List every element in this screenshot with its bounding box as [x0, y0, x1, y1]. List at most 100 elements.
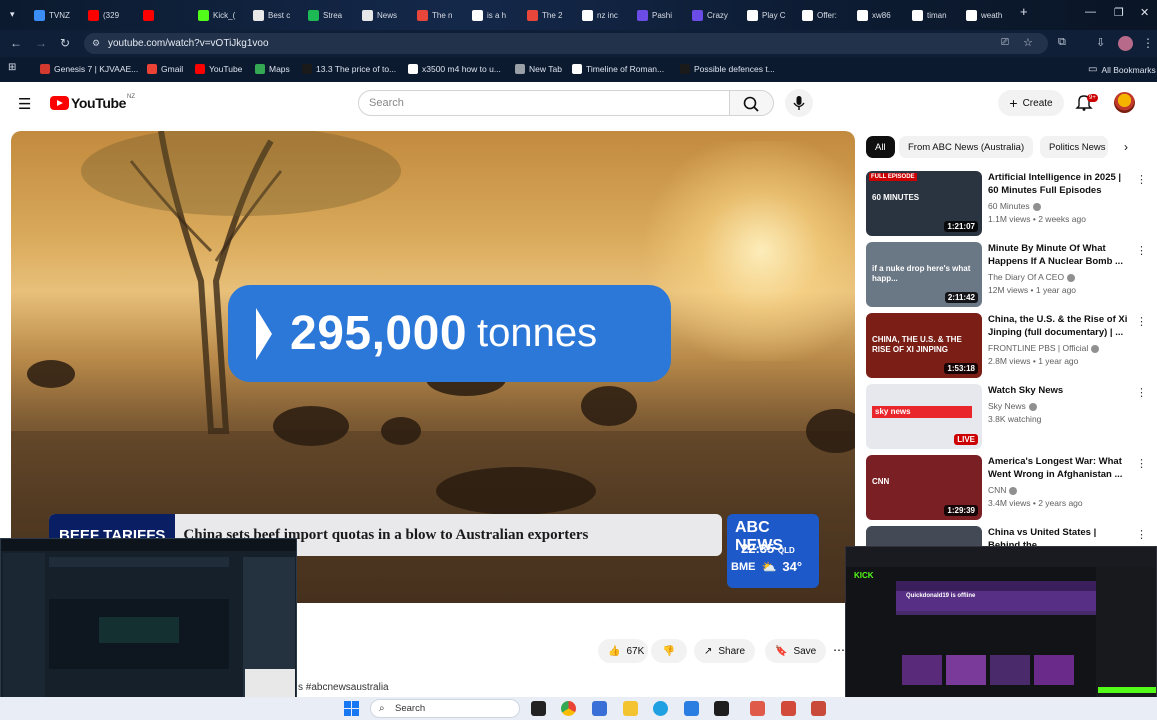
browser-tab[interactable]: Offer: — [802, 5, 854, 25]
video-thumbnail[interactable]: FULL EPISODE 60 MINUTES 1:21:07 — [866, 171, 982, 236]
bookmark-star-icon[interactable]: ☆ — [1023, 36, 1033, 49]
guide-menu-icon[interactable]: ☰ — [18, 95, 31, 113]
recommended-video[interactable]: sky news LIVE Watch Sky News Sky News 3.8K w… — [866, 384, 1147, 450]
more-options-icon[interactable]: ⋮ — [1136, 244, 1147, 257]
video-title[interactable]: America's Longest War: What Went Wrong i… — [988, 455, 1128, 481]
video-thumbnail[interactable]: if a nuke drop here's what happ... 2:11:4… — [866, 242, 982, 307]
search-input[interactable]: Search — [358, 90, 730, 116]
browser-tab[interactable]: Strea — [308, 5, 360, 25]
video-thumbnail[interactable]: sky news LIVE — [866, 384, 982, 449]
url-bar[interactable]: ⚙ youtube.com/watch?v=vOTiJkg1voo — [84, 33, 1048, 54]
browser-tab[interactable]: is a h — [472, 5, 524, 25]
browser-tab[interactable]: (329 — [88, 5, 140, 25]
bookmark-item[interactable]: YouTube — [195, 64, 242, 74]
more-options-icon[interactable]: ⋮ — [1136, 173, 1147, 186]
create-button[interactable]: + Create — [998, 90, 1064, 116]
app-icon-red-2[interactable] — [781, 701, 796, 716]
channel-name[interactable]: 60 Minutes — [988, 201, 1041, 211]
more-options-icon[interactable]: ⋮ — [1136, 528, 1147, 541]
recommended-video[interactable]: FULL EPISODE 60 MINUTES 1:21:07 Artificial … — [866, 171, 1147, 237]
bookmark-item[interactable]: New Tab — [515, 64, 562, 74]
browser-tab[interactable]: nz inc — [582, 5, 634, 25]
browser-tab[interactable]: xw86 — [857, 5, 909, 25]
terminal-icon[interactable] — [714, 701, 729, 716]
channel-name[interactable]: Sky News — [988, 401, 1037, 411]
recommended-video[interactable]: CNN 1:29:39 America's Longest War: What We… — [866, 455, 1147, 521]
extensions-icon[interactable]: ⧉ — [1058, 36, 1066, 49]
recommended-video[interactable]: if a nuke drop here's what happ... 2:11:4… — [866, 242, 1147, 308]
more-actions-icon[interactable]: ⋯ — [833, 643, 845, 657]
browser-tab[interactable]: Kick_( — [198, 5, 250, 25]
back-icon[interactable]: ← — [10, 36, 22, 50]
share-button[interactable]: ↗ Share — [694, 639, 756, 663]
mail-icon[interactable] — [684, 701, 699, 716]
voice-search-button[interactable] — [785, 89, 813, 117]
tab-search-icon[interactable]: ▾ — [10, 9, 15, 20]
forward-icon[interactable]: → — [35, 36, 47, 50]
taskbar-search[interactable]: ⌕ Search — [370, 699, 520, 718]
more-options-icon[interactable]: ⋮ — [1136, 315, 1147, 328]
video-title[interactable]: China, the U.S. & the Rise of Xi Jinping… — [988, 313, 1128, 339]
browser-tab[interactable]: The n — [417, 5, 469, 25]
video-thumbnail[interactable]: CHINA, THE U.S. & THE RISE OF XI JINPING… — [866, 313, 982, 378]
install-icon[interactable]: ⎚ — [1001, 37, 1009, 48]
channel-name[interactable]: The Diary Of A CEO — [988, 272, 1076, 282]
search-button[interactable] — [730, 90, 774, 116]
app-icon-red[interactable] — [750, 701, 765, 716]
bookmark-item[interactable]: x3500 m4 how to u... — [408, 64, 501, 74]
dislike-button[interactable]: 👎 — [651, 639, 687, 663]
browser-tab[interactable]: The 2 — [527, 5, 579, 25]
channel-name[interactable]: CNN — [988, 485, 1018, 495]
task-view-icon[interactable] — [531, 701, 546, 716]
profile-icon[interactable] — [1118, 36, 1133, 51]
browser-tab[interactable]: Play C — [747, 5, 799, 25]
bookmark-item[interactable]: Timeline of Roman... — [572, 64, 664, 74]
site-info-icon[interactable]: ⚙ — [92, 38, 100, 49]
video-title[interactable]: Minute By Minute Of What Happens If A Nu… — [988, 242, 1128, 268]
apps-grid-icon[interactable]: ⊞ — [8, 62, 16, 73]
browser-tab[interactable]: weath — [966, 5, 1018, 25]
description-hashtags[interactable]: s #abcnewsaustralia — [298, 682, 389, 693]
like-button[interactable]: 👍 67K — [598, 639, 648, 663]
browser-tab[interactable]: News — [362, 5, 414, 25]
channel-name[interactable]: FRONTLINE PBS | Official — [988, 343, 1100, 353]
video-thumbnail[interactable]: CNN 1:29:39 — [866, 455, 982, 520]
close-window-icon[interactable]: ✕ — [1140, 6, 1149, 19]
all-bookmarks[interactable]: ▭ All Bookmarks — [1088, 64, 1156, 75]
reload-icon[interactable]: ↻ — [60, 36, 70, 50]
video-title[interactable]: Artificial Intelligence in 2025 | 60 Min… — [988, 171, 1128, 197]
bookmark-item[interactable]: 13.3 The price of to... — [302, 64, 396, 74]
windows-start-icon[interactable] — [344, 701, 359, 716]
maximize-icon[interactable]: ❐ — [1114, 6, 1124, 19]
overlay-window-kick[interactable]: KICK Quickdonald19 is offline — [845, 546, 1157, 713]
browser-tab[interactable] — [143, 5, 195, 25]
filter-chip[interactable]: From ABC News (Australia) — [899, 136, 1034, 158]
save-button[interactable]: 🔖 Save — [765, 639, 827, 663]
video-player[interactable]: 295,000 tonnes BEEF TARIFFS China sets b… — [11, 131, 855, 603]
overlay-window-dashboard[interactable] — [0, 538, 297, 713]
edge-icon[interactable] — [653, 701, 668, 716]
bookmark-item[interactable]: Genesis 7 | KJVAAE... — [40, 64, 138, 74]
browser-tab[interactable]: TVNZ — [34, 5, 86, 25]
new-tab-icon[interactable]: + — [1020, 4, 1028, 19]
more-options-icon[interactable]: ⋮ — [1136, 386, 1147, 399]
downloads-icon[interactable]: ⇩ — [1096, 36, 1105, 49]
more-options-icon[interactable]: ⋮ — [1136, 457, 1147, 470]
filter-chip[interactable]: Politics News — [1040, 136, 1108, 158]
app-icon[interactable] — [592, 701, 607, 716]
browser-tab[interactable]: Best c — [253, 5, 305, 25]
bookmark-item[interactable]: Maps — [255, 64, 290, 74]
youtube-logo[interactable]: YouTube NZ — [50, 94, 135, 111]
app-icon-red-3[interactable] — [811, 701, 826, 716]
account-avatar[interactable] — [1114, 92, 1135, 113]
browser-tab[interactable]: timan — [912, 5, 964, 25]
bookmark-item[interactable]: Gmail — [147, 64, 183, 74]
video-title[interactable]: Watch Sky News — [988, 384, 1128, 397]
browser-menu-icon[interactable]: ⋮ — [1142, 36, 1154, 50]
file-explorer-icon[interactable] — [623, 701, 638, 716]
browser-tab[interactable]: Crazy — [692, 5, 744, 25]
minimize-icon[interactable]: — — [1085, 6, 1096, 18]
bookmark-item[interactable]: Possible defences t... — [680, 64, 775, 74]
recommended-video[interactable]: CHINA, THE U.S. & THE RISE OF XI JINPING… — [866, 313, 1147, 379]
chevron-right-icon[interactable]: › — [1124, 140, 1128, 154]
